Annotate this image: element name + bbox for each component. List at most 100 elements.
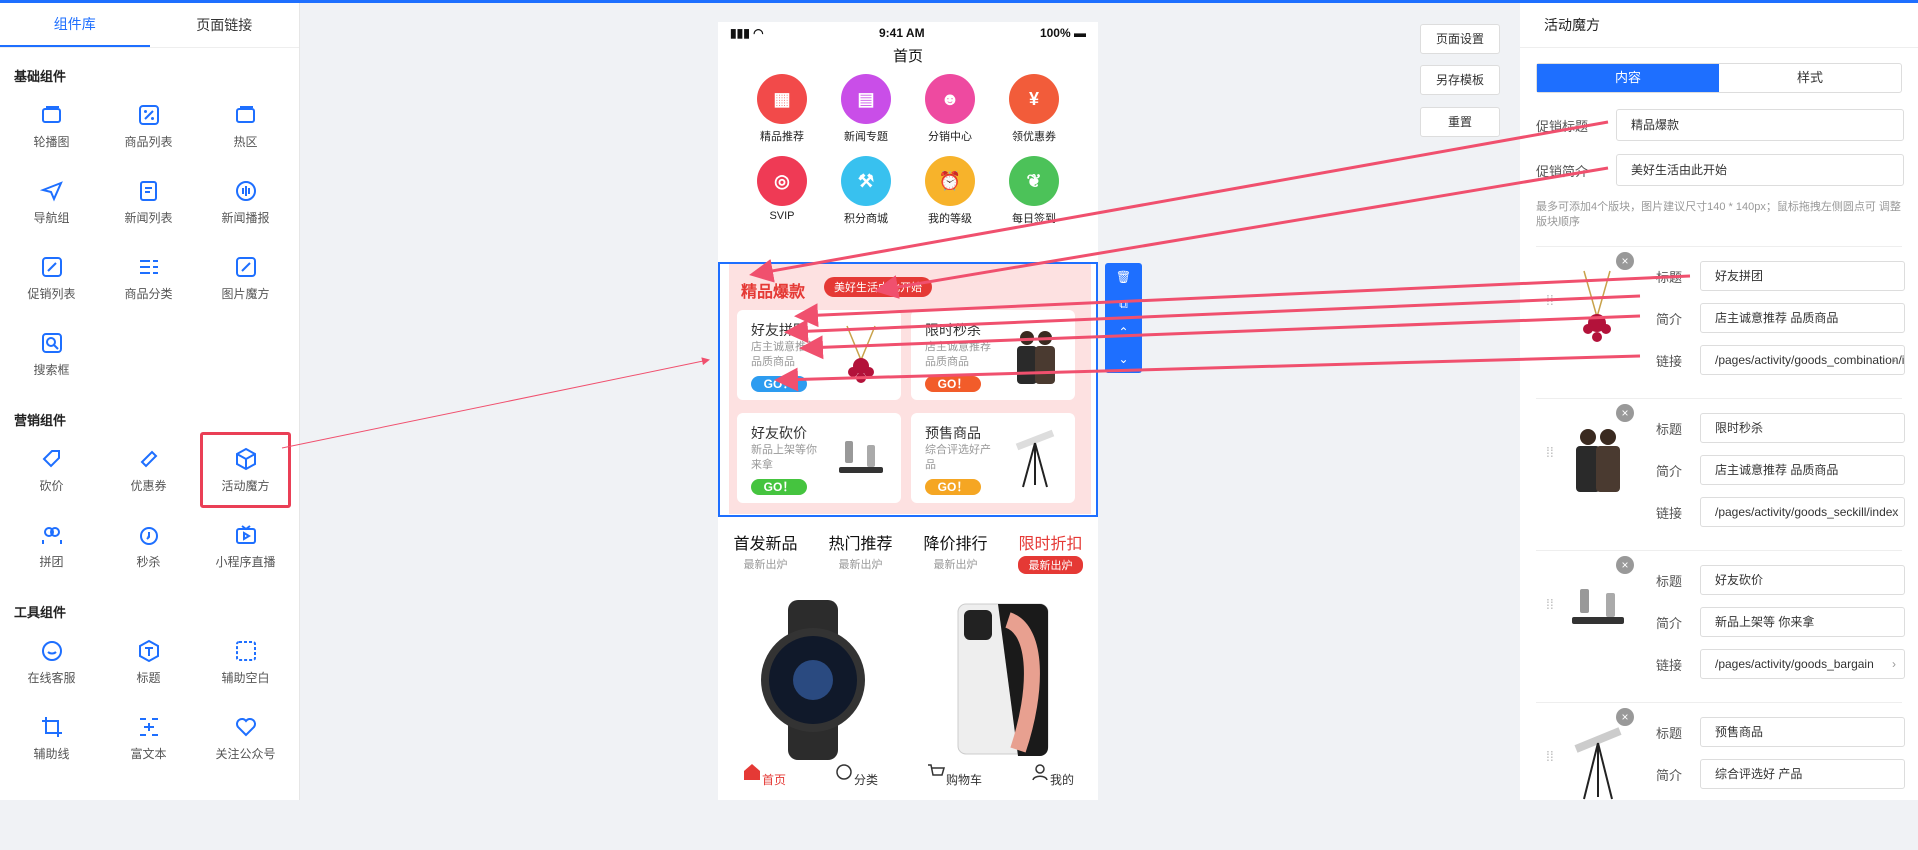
nav-item[interactable]: ☻ 分销中心 (908, 70, 992, 152)
copy-icon[interactable]: ⧉ (1119, 297, 1128, 312)
nav-item[interactable]: ⚒ 积分商城 (824, 152, 908, 234)
cube-card[interactable]: 好友拼团 店主诚意推荐 品质商品 GO！ (737, 310, 901, 400)
promo-desc-input[interactable]: 美好生活由此开始 (1616, 154, 1904, 186)
chevron-up-icon[interactable]: ⌃ (1118, 325, 1128, 339)
block-desc-input[interactable]: 店主诚意推荐 品质商品 (1700, 455, 1905, 485)
drag-handle-icon[interactable]: ⁞⁞ (1546, 597, 1554, 611)
bottom-nav-category[interactable]: 分类 (834, 762, 878, 788)
component-label: 辅助空白 (221, 670, 270, 685)
bottom-nav-home[interactable]: 首页 (742, 762, 786, 788)
component-follow-account[interactable]: 关注公众号 (200, 700, 291, 776)
cube-card[interactable]: 好友砍价 新品上架等你来拿 GO！ (737, 413, 901, 503)
card-title: 限时秒杀 (925, 322, 981, 338)
block-desc-input[interactable]: 新品上架等 你来拿 (1700, 607, 1905, 637)
block-desc-input[interactable]: 综合评选好 产品 (1700, 759, 1905, 789)
tab-page-links[interactable]: 页面链接 (150, 3, 300, 47)
nav-item[interactable]: ◎ SVIP (740, 152, 824, 234)
trash-icon[interactable]: 🗑 (1116, 270, 1131, 284)
component-promo-list[interactable]: 促销列表 (6, 240, 97, 316)
component-activity-cube[interactable]: 活动魔方 (200, 432, 291, 508)
remove-block-icon[interactable]: × (1616, 556, 1634, 574)
telescope-image (1015, 429, 1055, 488)
component-image-cube[interactable]: 图片魔方 (200, 240, 291, 316)
necklace-image (846, 325, 876, 383)
card-title: 预售商品 (925, 425, 981, 441)
component-label: 辅助线 (33, 746, 70, 761)
promo-title-input[interactable]: 精品爆款 (1616, 109, 1904, 141)
cube-pill: 美好生活由此开始 (824, 277, 932, 297)
bottom-nav-cart[interactable]: 购物车 (926, 762, 982, 788)
block-toolbar: 🗑 ⧉ ⌃ ⌄ (1105, 263, 1142, 373)
block-title-input[interactable]: 预售商品 (1700, 717, 1905, 747)
gavel-icon: ⚒ (841, 156, 891, 206)
bottom-label: 分类 (853, 773, 878, 787)
component-nav-group[interactable]: 导航组 (6, 164, 97, 240)
block-title-row: 标题 好友拼团 (1656, 261, 1905, 291)
drag-handle-icon[interactable]: ⁞⁞ (1546, 445, 1554, 459)
block-title-input[interactable]: 好友拼团 (1700, 261, 1905, 291)
component-coupon[interactable]: 优惠券 (103, 432, 194, 508)
cube-card[interactable]: 限时秒杀 店主诚意推荐 品质商品 GO！ (911, 310, 1075, 400)
component-news-broadcast[interactable]: 新闻播报 (200, 164, 291, 240)
component-customer-service[interactable]: 在线客服 (6, 624, 97, 700)
tab-style[interactable]: 样式 (1719, 64, 1901, 92)
component-live[interactable]: 小程序直播 (200, 508, 291, 584)
label: 链接 (1656, 353, 1683, 369)
go-button[interactable]: GO！ (925, 479, 981, 495)
product-tab[interactable]: 热门推荐 最新出炉 (828, 530, 892, 574)
bottom-nav-mine[interactable]: 我的 (1030, 762, 1074, 788)
product-tabs: 首发新品 最新出炉 热门推荐 最新出炉 降价排行 最新出炉 限时折扣 最新出炉 (718, 530, 1098, 574)
drag-handle-icon[interactable]: ⁞⁞ (1546, 749, 1554, 763)
page-settings-button[interactable]: 页面设置 (1420, 24, 1500, 54)
product-tab[interactable]: 首发新品 最新出炉 (733, 530, 797, 574)
component-spacer[interactable]: 辅助空白 (200, 624, 291, 700)
remove-block-icon[interactable]: × (1616, 708, 1634, 726)
block-desc-row: 简介 店主诚意推荐 品质商品 (1656, 455, 1905, 485)
component-divider[interactable]: 辅助线 (6, 700, 97, 776)
tab-content[interactable]: 内容 (1537, 64, 1719, 92)
go-button[interactable]: GO！ (751, 479, 807, 495)
component-flash-sale[interactable]: 秒杀 (103, 508, 194, 584)
activity-cube-block[interactable]: 精品爆款 美好生活由此开始 好友拼团 店主诚意推荐 品质商品 GO！ 限时秒杀 … (718, 262, 1098, 517)
home-icon (743, 764, 760, 780)
link-value: /pages/activity/goods_bargain (1715, 657, 1874, 671)
rich-text-icon (139, 717, 158, 736)
remove-block-icon[interactable]: × (1616, 404, 1634, 422)
nav-item[interactable]: ¥ 领优惠券 (992, 70, 1076, 152)
block-link-input[interactable]: /pages/activity/goods_combination/index› (1700, 345, 1905, 375)
component-carousel[interactable]: 轮播图 (6, 88, 97, 164)
user-icon (1032, 764, 1048, 781)
go-button[interactable]: GO！ (751, 376, 807, 392)
nav-item[interactable]: ▤ 新闻专题 (824, 70, 908, 152)
block-link-input[interactable]: /pages/activity/goods_seckill/index › (1700, 497, 1905, 527)
block-title-input[interactable]: 好友砍价 (1700, 565, 1905, 595)
save-template-button[interactable]: 另存模板 (1420, 65, 1500, 95)
product-tab[interactable]: 降价排行 最新出炉 (923, 530, 987, 574)
go-button[interactable]: GO！ (925, 376, 981, 392)
reset-button[interactable]: 重置 (1420, 107, 1500, 137)
component-hotspot[interactable]: 热区 (200, 88, 291, 164)
cube-card[interactable]: 预售商品 综合评选好产品 GO！ (911, 413, 1075, 503)
component-heading[interactable]: 标题 (103, 624, 194, 700)
product-tab-active[interactable]: 限时折扣 最新出炉 (1018, 530, 1083, 574)
component-bargain[interactable]: 砍价 (6, 432, 97, 508)
phone-preview: ▮▮▮ ◠ 9:41 AM 100% ▬ 首页 ▦ 精品推荐 ▤ 新闻专题 ☻ 分销中… (718, 22, 1098, 800)
component-search[interactable]: 搜索框 (6, 316, 97, 392)
tab-components[interactable]: 组件库 (0, 3, 150, 47)
nav-item[interactable]: ⏰ 我的等级 (908, 152, 992, 234)
block-link-input[interactable]: /pages/activity/goods_bargain › (1700, 649, 1905, 679)
chevron-down-icon[interactable]: ⌄ (1118, 352, 1128, 366)
component-news-list[interactable]: 新闻列表 (103, 164, 194, 240)
component-product-list[interactable]: 商品列表 (103, 88, 194, 164)
remove-block-icon[interactable]: × (1616, 252, 1634, 270)
component-category[interactable]: 商品分类 (103, 240, 194, 316)
nav-item[interactable]: ▦ 精品推荐 (740, 70, 824, 152)
soundbar-thumb (1572, 589, 1624, 624)
block-title-input[interactable]: 限时秒杀 (1700, 413, 1905, 443)
nav-item[interactable]: ❦ 每日签到 (992, 152, 1076, 234)
drag-handle-icon[interactable]: ⁞⁞ (1546, 293, 1554, 307)
block-desc-input[interactable]: 店主诚意推荐 品质商品 (1700, 303, 1905, 333)
component-rich-text[interactable]: 富文本 (103, 700, 194, 776)
component-label: 轮播图 (33, 134, 70, 149)
component-group-buy[interactable]: 拼团 (6, 508, 97, 584)
